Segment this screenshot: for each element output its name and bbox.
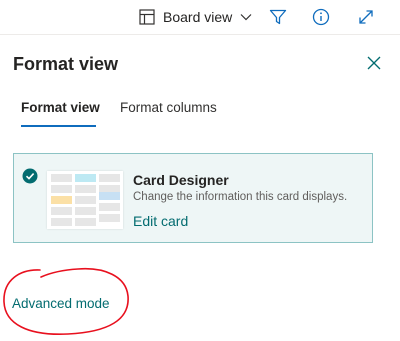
close-icon: [367, 56, 381, 70]
card-option-title: Card Designer: [133, 172, 229, 188]
expand-icon: [359, 10, 373, 24]
active-tab-indicator: [21, 125, 96, 127]
info-icon: [312, 8, 330, 26]
card-designer-option[interactable]: Card Designer Change the information thi…: [13, 153, 373, 243]
card-option-description: Change the information this card display…: [133, 191, 348, 203]
board-icon: [139, 9, 155, 25]
header-divider: [0, 34, 400, 35]
card-preview-thumbnail: [47, 171, 123, 229]
filter-button[interactable]: [268, 7, 288, 27]
checkmark-icon: [22, 168, 38, 184]
edit-card-link[interactable]: Edit card: [133, 213, 188, 229]
close-panel-button[interactable]: [366, 55, 382, 71]
tab-list: Format view Format columns: [0, 96, 400, 130]
info-button[interactable]: [311, 7, 331, 27]
chevron-down-icon: [240, 11, 252, 23]
view-switcher-label: Board view: [163, 9, 233, 25]
view-switcher-button[interactable]: Board view: [139, 7, 252, 27]
filter-icon: [269, 9, 287, 25]
tab-format-view[interactable]: Format view: [21, 100, 100, 115]
annotation-circle: [3, 267, 129, 335]
expand-button[interactable]: [356, 7, 376, 27]
tab-format-columns[interactable]: Format columns: [120, 100, 217, 115]
panel-title: Format view: [13, 54, 119, 74]
command-bar: Board view: [0, 0, 400, 34]
